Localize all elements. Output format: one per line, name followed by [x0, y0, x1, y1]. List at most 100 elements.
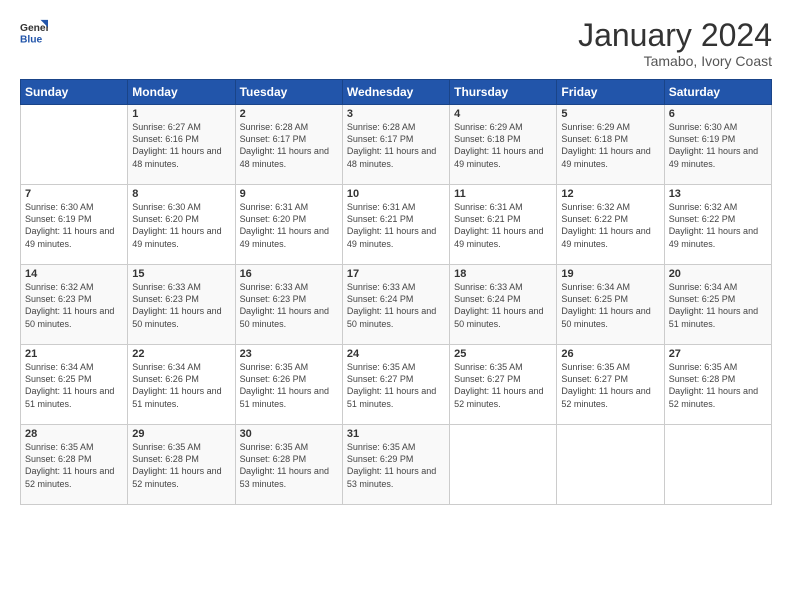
day-info: Sunrise: 6:34 AMSunset: 6:25 PMDaylight:…	[25, 361, 123, 410]
day-number: 19	[561, 268, 659, 280]
day-number: 16	[240, 268, 338, 280]
header-saturday: Saturday	[664, 80, 771, 105]
day-number: 29	[132, 428, 230, 440]
day-number: 22	[132, 348, 230, 360]
day-number: 9	[240, 188, 338, 200]
cell-w4-d6	[664, 425, 771, 505]
day-info: Sunrise: 6:35 AMSunset: 6:26 PMDaylight:…	[240, 361, 338, 410]
cell-w4-d5	[557, 425, 664, 505]
cell-w0-d1: 1Sunrise: 6:27 AMSunset: 6:16 PMDaylight…	[128, 105, 235, 185]
days-header-row: Sunday Monday Tuesday Wednesday Thursday…	[21, 80, 772, 105]
day-number: 30	[240, 428, 338, 440]
logo-icon: General Blue	[20, 18, 48, 46]
day-info: Sunrise: 6:30 AMSunset: 6:19 PMDaylight:…	[25, 201, 123, 250]
day-info: Sunrise: 6:29 AMSunset: 6:18 PMDaylight:…	[454, 121, 552, 170]
day-number: 24	[347, 348, 445, 360]
day-info: Sunrise: 6:35 AMSunset: 6:27 PMDaylight:…	[454, 361, 552, 410]
cell-w3-d5: 26Sunrise: 6:35 AMSunset: 6:27 PMDayligh…	[557, 345, 664, 425]
page: General Blue January 2024 Tamabo, Ivory …	[0, 0, 792, 612]
day-info: Sunrise: 6:31 AMSunset: 6:21 PMDaylight:…	[454, 201, 552, 250]
day-number: 28	[25, 428, 123, 440]
header-monday: Monday	[128, 80, 235, 105]
cell-w1-d1: 8Sunrise: 6:30 AMSunset: 6:20 PMDaylight…	[128, 185, 235, 265]
day-info: Sunrise: 6:33 AMSunset: 6:23 PMDaylight:…	[132, 281, 230, 330]
week-row-3: 14Sunrise: 6:32 AMSunset: 6:23 PMDayligh…	[21, 265, 772, 345]
day-number: 26	[561, 348, 659, 360]
cell-w0-d0	[21, 105, 128, 185]
cell-w4-d4	[450, 425, 557, 505]
cell-w2-d2: 16Sunrise: 6:33 AMSunset: 6:23 PMDayligh…	[235, 265, 342, 345]
cell-w0-d2: 2Sunrise: 6:28 AMSunset: 6:17 PMDaylight…	[235, 105, 342, 185]
cell-w2-d1: 15Sunrise: 6:33 AMSunset: 6:23 PMDayligh…	[128, 265, 235, 345]
cell-w1-d0: 7Sunrise: 6:30 AMSunset: 6:19 PMDaylight…	[21, 185, 128, 265]
week-row-2: 7Sunrise: 6:30 AMSunset: 6:19 PMDaylight…	[21, 185, 772, 265]
cell-w0-d3: 3Sunrise: 6:28 AMSunset: 6:17 PMDaylight…	[342, 105, 449, 185]
day-info: Sunrise: 6:35 AMSunset: 6:28 PMDaylight:…	[240, 441, 338, 490]
cell-w3-d6: 27Sunrise: 6:35 AMSunset: 6:28 PMDayligh…	[664, 345, 771, 425]
cell-w2-d5: 19Sunrise: 6:34 AMSunset: 6:25 PMDayligh…	[557, 265, 664, 345]
day-info: Sunrise: 6:35 AMSunset: 6:27 PMDaylight:…	[561, 361, 659, 410]
day-number: 21	[25, 348, 123, 360]
cell-w4-d0: 28Sunrise: 6:35 AMSunset: 6:28 PMDayligh…	[21, 425, 128, 505]
cell-w2-d4: 18Sunrise: 6:33 AMSunset: 6:24 PMDayligh…	[450, 265, 557, 345]
svg-text:Blue: Blue	[20, 34, 43, 45]
day-info: Sunrise: 6:33 AMSunset: 6:23 PMDaylight:…	[240, 281, 338, 330]
cell-w1-d5: 12Sunrise: 6:32 AMSunset: 6:22 PMDayligh…	[557, 185, 664, 265]
cell-w1-d2: 9Sunrise: 6:31 AMSunset: 6:20 PMDaylight…	[235, 185, 342, 265]
day-number: 2	[240, 108, 338, 120]
day-info: Sunrise: 6:31 AMSunset: 6:20 PMDaylight:…	[240, 201, 338, 250]
cell-w3-d1: 22Sunrise: 6:34 AMSunset: 6:26 PMDayligh…	[128, 345, 235, 425]
header-thursday: Thursday	[450, 80, 557, 105]
day-number: 18	[454, 268, 552, 280]
title-block: January 2024 Tamabo, Ivory Coast	[578, 18, 772, 69]
cell-w0-d4: 4Sunrise: 6:29 AMSunset: 6:18 PMDaylight…	[450, 105, 557, 185]
cell-w0-d6: 6Sunrise: 6:30 AMSunset: 6:19 PMDaylight…	[664, 105, 771, 185]
day-info: Sunrise: 6:34 AMSunset: 6:25 PMDaylight:…	[561, 281, 659, 330]
logo: General Blue	[20, 18, 48, 46]
cell-w0-d5: 5Sunrise: 6:29 AMSunset: 6:18 PMDaylight…	[557, 105, 664, 185]
day-number: 17	[347, 268, 445, 280]
header-wednesday: Wednesday	[342, 80, 449, 105]
day-info: Sunrise: 6:34 AMSunset: 6:26 PMDaylight:…	[132, 361, 230, 410]
day-info: Sunrise: 6:32 AMSunset: 6:22 PMDaylight:…	[669, 201, 767, 250]
cell-w4-d3: 31Sunrise: 6:35 AMSunset: 6:29 PMDayligh…	[342, 425, 449, 505]
day-number: 13	[669, 188, 767, 200]
header-sunday: Sunday	[21, 80, 128, 105]
day-number: 15	[132, 268, 230, 280]
day-number: 27	[669, 348, 767, 360]
day-info: Sunrise: 6:35 AMSunset: 6:27 PMDaylight:…	[347, 361, 445, 410]
cell-w3-d3: 24Sunrise: 6:35 AMSunset: 6:27 PMDayligh…	[342, 345, 449, 425]
day-number: 8	[132, 188, 230, 200]
cell-w1-d6: 13Sunrise: 6:32 AMSunset: 6:22 PMDayligh…	[664, 185, 771, 265]
day-number: 31	[347, 428, 445, 440]
cell-w2-d0: 14Sunrise: 6:32 AMSunset: 6:23 PMDayligh…	[21, 265, 128, 345]
day-info: Sunrise: 6:35 AMSunset: 6:28 PMDaylight:…	[25, 441, 123, 490]
day-number: 5	[561, 108, 659, 120]
cell-w1-d4: 11Sunrise: 6:31 AMSunset: 6:21 PMDayligh…	[450, 185, 557, 265]
header-friday: Friday	[557, 80, 664, 105]
day-number: 4	[454, 108, 552, 120]
month-title: January 2024	[578, 18, 772, 53]
day-info: Sunrise: 6:32 AMSunset: 6:22 PMDaylight:…	[561, 201, 659, 250]
day-info: Sunrise: 6:28 AMSunset: 6:17 PMDaylight:…	[240, 121, 338, 170]
day-info: Sunrise: 6:35 AMSunset: 6:28 PMDaylight:…	[669, 361, 767, 410]
day-info: Sunrise: 6:32 AMSunset: 6:23 PMDaylight:…	[25, 281, 123, 330]
cell-w1-d3: 10Sunrise: 6:31 AMSunset: 6:21 PMDayligh…	[342, 185, 449, 265]
cell-w4-d2: 30Sunrise: 6:35 AMSunset: 6:28 PMDayligh…	[235, 425, 342, 505]
day-number: 7	[25, 188, 123, 200]
day-info: Sunrise: 6:27 AMSunset: 6:16 PMDaylight:…	[132, 121, 230, 170]
day-info: Sunrise: 6:31 AMSunset: 6:21 PMDaylight:…	[347, 201, 445, 250]
week-row-4: 21Sunrise: 6:34 AMSunset: 6:25 PMDayligh…	[21, 345, 772, 425]
day-info: Sunrise: 6:33 AMSunset: 6:24 PMDaylight:…	[347, 281, 445, 330]
day-number: 11	[454, 188, 552, 200]
svg-text:General: General	[20, 23, 48, 34]
day-number: 23	[240, 348, 338, 360]
day-number: 25	[454, 348, 552, 360]
day-info: Sunrise: 6:30 AMSunset: 6:19 PMDaylight:…	[669, 121, 767, 170]
day-number: 20	[669, 268, 767, 280]
header: General Blue January 2024 Tamabo, Ivory …	[20, 18, 772, 69]
calendar-table: Sunday Monday Tuesday Wednesday Thursday…	[20, 79, 772, 505]
cell-w2-d6: 20Sunrise: 6:34 AMSunset: 6:25 PMDayligh…	[664, 265, 771, 345]
day-number: 14	[25, 268, 123, 280]
day-info: Sunrise: 6:35 AMSunset: 6:28 PMDaylight:…	[132, 441, 230, 490]
